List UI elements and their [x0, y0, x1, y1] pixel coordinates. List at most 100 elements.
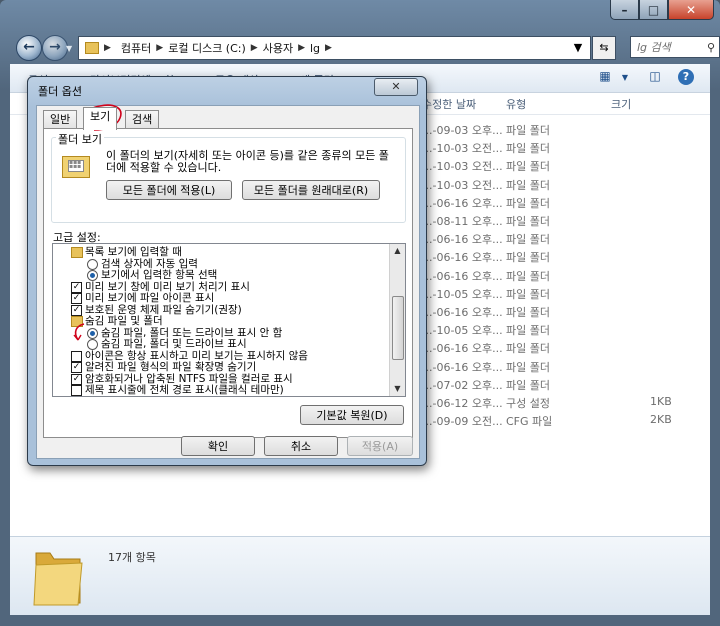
- column-size[interactable]: 크기: [611, 96, 631, 112]
- folder-view-icon: ▪▪▪ ▪▪▪: [62, 152, 92, 178]
- cell-type: CFG 파일: [506, 415, 553, 429]
- radio-button[interactable]: [87, 327, 98, 339]
- preview-pane-icon[interactable]: ◫: [646, 69, 664, 86]
- cell-date: ...-09-09 오전...: [422, 415, 503, 429]
- ok-button[interactable]: 확인: [181, 436, 255, 456]
- tab-view[interactable]: 보기: [83, 107, 118, 130]
- cell-size: 1KB: [650, 395, 672, 408]
- breadcrumb-separator-icon[interactable]: ▶: [298, 43, 305, 53]
- address-bar[interactable]: ▶ 컴퓨터 ▶ 로컬 디스크 (C:) ▶ 사용자 ▶ lg ▶: [78, 36, 591, 60]
- address-dropdown-icon[interactable]: ▼: [567, 37, 589, 57]
- cell-type: 파일 폴더: [506, 342, 550, 356]
- cell-type: 파일 폴더: [506, 306, 550, 319]
- minimize-icon[interactable]: –: [610, 0, 639, 20]
- cell-size: 2KB: [650, 413, 672, 427]
- cell-type: 파일 폴더: [506, 324, 550, 338]
- cell-type: 파일 폴더: [506, 124, 550, 137]
- dialog-body: 일반 보기 검색 폴더 보기 ▪▪▪ ▪▪▪ 이 폴더의 보기(자세히 또는 아이…: [36, 105, 420, 459]
- checkbox[interactable]: ✓: [71, 293, 82, 304]
- advanced-settings-tree: 목록 보기에 입력할 때 검색 상자에 자동 입력 보기에서 입력한 항목 선택 ✓ 미…: [52, 243, 406, 397]
- address-row: ← → ▼ ▶ 컴퓨터 ▶ 로컬 디스크 (C:) ▶ 사용자 ▶ lg ▶ ▼…: [10, 32, 720, 62]
- folder-view-description: 이 폴더의 보기(자세히 또는 아이콘 등)를 같은 종류의 모든 폴더에 적용…: [106, 149, 389, 174]
- view-icon[interactable]: ▦: [596, 69, 614, 86]
- folder-options-dialog: 폴더 옵션 ✕ 일반 보기 검색 폴더 보기 ▪▪▪ ▪▪▪ 이 폴더의 보기(자…: [27, 76, 427, 466]
- folder-icon: [85, 42, 99, 54]
- tree-item-label: 제목 표시줄에 전체 경로 표시(클래식 테마만): [85, 384, 284, 396]
- refresh-icon[interactable]: ⇆: [592, 36, 616, 60]
- cell-type: 파일 폴더: [506, 160, 550, 174]
- apply-to-folders-button[interactable]: 모든 폴더에 적용(L): [106, 180, 232, 200]
- checkbox[interactable]: [71, 350, 82, 362]
- close-icon[interactable]: ✕: [374, 78, 418, 96]
- checkbox[interactable]: ✓: [71, 281, 82, 293]
- breadcrumb-item[interactable]: 로컬 디스크 (C:): [168, 40, 246, 56]
- checkbox[interactable]: ✓: [71, 373, 82, 385]
- cell-type: 파일 폴더: [506, 269, 550, 283]
- radio-button[interactable]: [87, 270, 98, 281]
- radio-button[interactable]: [87, 339, 98, 350]
- close-icon[interactable]: ✕: [668, 0, 714, 20]
- search-placeholder: lg 검색: [637, 41, 671, 54]
- breadcrumb-separator-icon[interactable]: ▶: [104, 43, 111, 53]
- cell-date: ...-10-03 오전...: [422, 142, 503, 156]
- cell-type: 파일 폴더: [506, 233, 550, 247]
- cell-type: 파일 폴더: [506, 251, 550, 265]
- item-count: 17개 항목: [108, 551, 156, 564]
- scrollbar-thumb[interactable]: [392, 296, 404, 360]
- checkbox[interactable]: [71, 385, 82, 396]
- cell-date: ...-10-05 오후...: [422, 287, 503, 301]
- cell-date: ...-10-03 오전...: [422, 160, 503, 174]
- folder-view-group: 폴더 보기 ▪▪▪ ▪▪▪ 이 폴더의 보기(자세히 또는 아이콘 등)를 같은 …: [51, 131, 406, 223]
- tab-panel: 폴더 보기 ▪▪▪ ▪▪▪ 이 폴더의 보기(자세히 또는 아이콘 등)를 같은 …: [43, 128, 413, 438]
- back-arrow-icon[interactable]: ←: [16, 35, 42, 61]
- radio-button[interactable]: [87, 258, 98, 270]
- group-title: 폴더 보기: [56, 131, 104, 147]
- view-dropdown-icon[interactable]: ▼: [616, 73, 634, 90]
- cell-date: ...-06-16 오후...: [422, 360, 503, 374]
- cell-date: ...-06-12 오후...: [422, 397, 503, 410]
- reset-folders-button[interactable]: 모든 폴더를 원래대로(R): [242, 180, 380, 200]
- cancel-button[interactable]: 취소: [264, 436, 338, 456]
- cell-type: 파일 폴더: [506, 178, 550, 192]
- vertical-scrollbar[interactable]: ▲ ▼: [389, 244, 405, 396]
- breadcrumb-item[interactable]: 사용자: [263, 40, 293, 56]
- breadcrumb-item[interactable]: lg: [310, 42, 320, 55]
- scroll-down-icon[interactable]: ▼: [390, 382, 405, 396]
- folder-icon: [71, 247, 83, 258]
- cell-date: ...-06-16 오후...: [422, 269, 503, 283]
- checkbox[interactable]: ✓: [71, 304, 82, 316]
- cell-date: ...-06-16 오후...: [422, 306, 503, 319]
- cell-type: 구성 설정: [506, 397, 550, 410]
- cell-type: 파일 폴더: [506, 378, 550, 392]
- dialog-title: 폴더 옵션: [38, 85, 82, 98]
- cell-date: ...-08-11 오후...: [422, 215, 503, 228]
- cell-date: ...-10-03 오전...: [422, 178, 503, 192]
- cell-date: ...-06-16 오후...: [422, 233, 503, 247]
- recent-pages-chevron-icon[interactable]: ▼: [66, 44, 72, 53]
- cell-date: ...-06-16 오후...: [422, 196, 503, 210]
- forward-arrow-icon[interactable]: →: [42, 35, 68, 61]
- checkbox[interactable]: ✓: [71, 362, 82, 373]
- breadcrumb-separator-icon[interactable]: ▶: [325, 43, 332, 53]
- column-type[interactable]: 유형: [506, 96, 526, 112]
- cell-type: 파일 폴더: [506, 142, 550, 156]
- tab-general[interactable]: 일반: [43, 110, 78, 129]
- caption-buttons: – □ ✕: [610, 0, 714, 20]
- scroll-up-icon[interactable]: ▲: [390, 244, 405, 258]
- tab-search[interactable]: 검색: [125, 110, 160, 129]
- maximize-icon[interactable]: □: [639, 0, 668, 20]
- breadcrumb-item[interactable]: 컴퓨터: [121, 40, 151, 56]
- apply-button[interactable]: 적용(A): [347, 436, 413, 456]
- cell-date: ...-06-16 오후...: [422, 251, 503, 265]
- cell-type: 파일 폴더: [506, 287, 550, 301]
- column-date[interactable]: 수정한 날짜: [422, 96, 476, 112]
- restore-defaults-button[interactable]: 기본값 복원(D): [300, 405, 404, 425]
- cell-date: ...-10-05 오후...: [422, 324, 503, 338]
- search-input[interactable]: lg 검색 ⚲: [630, 36, 720, 58]
- search-icon[interactable]: ⚲: [707, 41, 715, 54]
- breadcrumb-separator-icon[interactable]: ▶: [156, 43, 163, 53]
- help-icon[interactable]: ?: [678, 69, 694, 85]
- breadcrumb-separator-icon[interactable]: ▶: [251, 43, 258, 53]
- details-pane: 17개 항목: [10, 536, 710, 615]
- cell-type: 파일 폴더: [506, 360, 550, 374]
